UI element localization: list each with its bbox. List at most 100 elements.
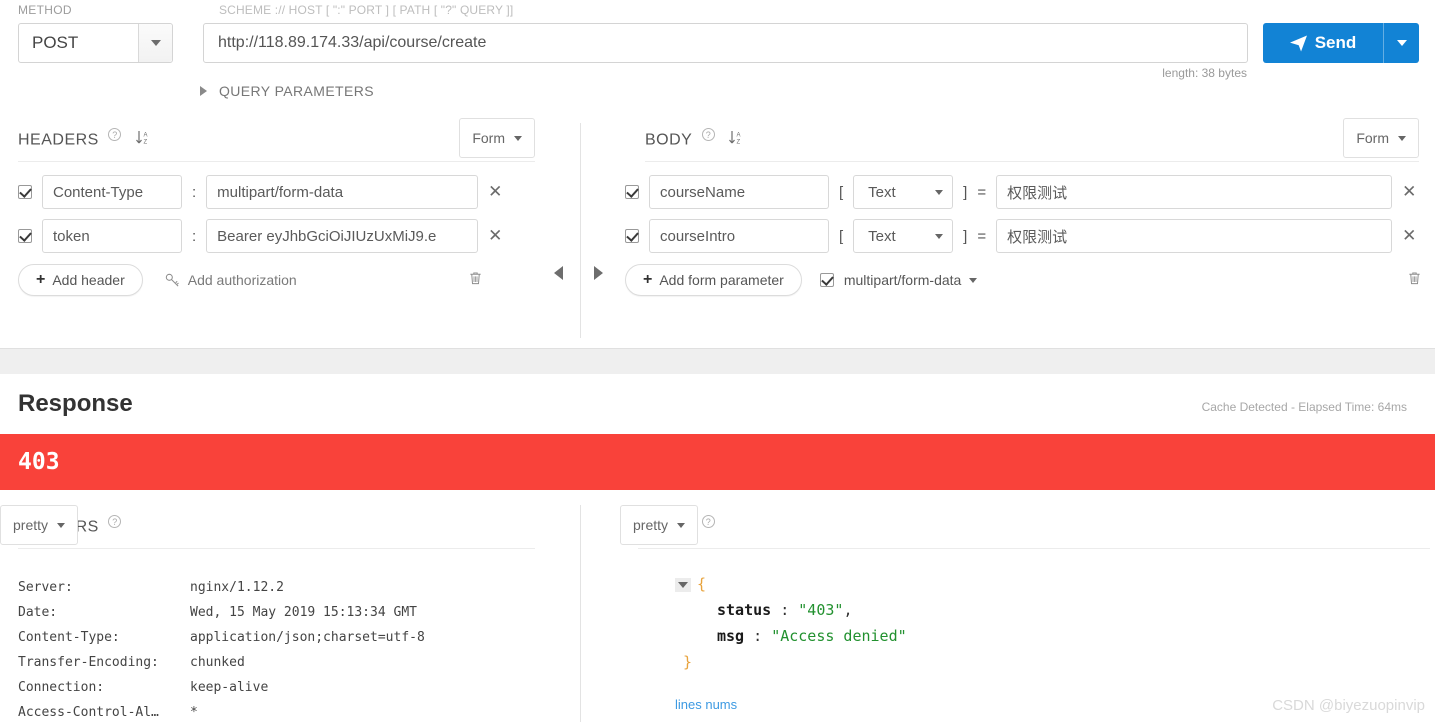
response-json-view: { status : "403", msg : "Access denied" … (675, 571, 907, 675)
request-headers-header: HEADERS ? A Z Form (0, 118, 540, 162)
delete-all-body-params-button[interactable] (1407, 270, 1422, 291)
body-param-value-input[interactable]: 权限测试 (996, 175, 1393, 209)
collapse-toggle-icon[interactable] (675, 577, 691, 592)
chevron-down-icon[interactable] (969, 277, 978, 283)
send-button-label: Send (1314, 33, 1357, 52)
header-value-input[interactable]: Bearer eyJhbGciOiJIUzUxMiJ9.e (206, 219, 479, 253)
response-header-key: Transfer-Encoding: (18, 655, 159, 670)
method-label: METHOD (18, 3, 72, 17)
remove-body-param-button[interactable]: ✕ (1402, 227, 1416, 245)
body-param-enabled-checkbox[interactable] (625, 185, 639, 199)
header-name-input[interactable]: Content-Type (42, 175, 182, 209)
request-headers-title: HEADERS (18, 131, 99, 149)
response-header-row: Connection: keep-alive (18, 675, 425, 700)
response-header-value: keep-alive (190, 680, 269, 695)
send-button[interactable]: Send (1263, 23, 1419, 63)
chevron-down-icon (677, 522, 686, 528)
add-form-parameter-button[interactable]: + Add form parameter (625, 264, 802, 296)
response-headers-panel: HEADERS ? pretty Server: nginx/1.12.2 Da… (0, 505, 540, 720)
json-key: msg (717, 627, 745, 645)
chevron-down-icon (935, 189, 944, 195)
multipart-encoding-checkbox[interactable] (819, 273, 834, 287)
response-header-key: Connection: (18, 680, 105, 695)
remove-body-param-button[interactable]: ✕ (1402, 183, 1416, 201)
body-param-name-input[interactable]: courseName (649, 175, 829, 209)
response-panels: HEADERS ? pretty Server: nginx/1.12.2 Da… (0, 505, 1435, 722)
help-icon[interactable]: ? (108, 128, 122, 141)
chevron-down-icon (935, 233, 944, 239)
body-param-value-input[interactable]: 权限测试 (996, 219, 1393, 253)
response-headers-list: Server: nginx/1.12.2 Date: Wed, 15 May 2… (18, 575, 425, 722)
header-enabled-checkbox[interactable] (18, 185, 32, 199)
add-header-button[interactable]: + Add header (18, 264, 143, 296)
body-param-type-value: Text (868, 227, 896, 245)
request-body-actions: + Add form parameter multipart/form-data (620, 258, 1435, 302)
divider (638, 548, 1430, 549)
response-headers-format-select[interactable]: pretty (0, 505, 79, 545)
json-key: status (717, 601, 772, 619)
json-close-line: } (675, 649, 907, 675)
request-body-header: BODY ? A Z Form (620, 118, 1435, 162)
json-colon: : (780, 601, 790, 619)
request-bar: METHOD SCHEME :// HOST [ ":" PORT ] [ PA… (0, 0, 1435, 118)
header-value-text: Bearer eyJhbGciOiJIUzUxMiJ9.e (217, 227, 437, 245)
bracket-open: [ (839, 227, 844, 245)
response-header-row: Date: Wed, 15 May 2019 15:13:34 GMT (18, 600, 425, 625)
json-close-brace: } (683, 653, 693, 671)
url-input[interactable]: http://118.89.174.33/api/course/create (203, 23, 1248, 63)
response-headers-format-label: pretty (13, 517, 49, 533)
sort-az-icon[interactable]: A Z (135, 130, 151, 145)
lines-nums-toggle[interactable]: lines nums (675, 697, 737, 712)
remove-header-button[interactable]: ✕ (488, 227, 502, 245)
sort-az-icon[interactable]: A Z (728, 130, 744, 145)
body-param-name-input[interactable]: courseIntro (649, 219, 829, 253)
header-value-text: multipart/form-data (217, 183, 344, 201)
key-icon (165, 273, 179, 286)
request-panels: HEADERS ? A Z Form Content-Type: multip… (0, 118, 1435, 348)
request-body-panel: BODY ? A Z Form courseName [Text] = 权限… (620, 118, 1435, 302)
header-enabled-checkbox[interactable] (18, 229, 32, 243)
svg-text:A: A (143, 133, 147, 139)
body-param-type-select[interactable]: Text (853, 175, 954, 209)
response-body-format-select[interactable]: pretty (620, 505, 699, 545)
help-icon[interactable]: ? (108, 515, 122, 528)
request-body-format-select[interactable]: Form (1343, 118, 1419, 158)
chevron-down-icon (57, 522, 66, 528)
json-root-line: { (675, 571, 907, 597)
header-name-value: token (53, 227, 90, 245)
method-dropdown-button[interactable] (138, 24, 172, 62)
body-param-enabled-checkbox[interactable] (625, 229, 639, 243)
panel-divider (580, 123, 581, 338)
help-icon[interactable]: ? (701, 128, 715, 141)
response-title: Response (18, 390, 133, 417)
header-value-input[interactable]: multipart/form-data (206, 175, 479, 209)
svg-text:Z: Z (737, 140, 741, 146)
add-authorization-button[interactable]: Add authorization (165, 272, 297, 288)
response-status-code: 403 (18, 449, 60, 475)
response-body-panel: BODY ? pretty { status : "403", (620, 505, 1435, 712)
response-header: Response Cache Detected - Elapsed Time: … (0, 374, 1435, 436)
header-separator: : (192, 183, 197, 201)
response-status-bar: 403 (0, 434, 1435, 490)
body-param-row: courseName [ Text ] = 权限测试 ✕ (620, 170, 1435, 214)
remove-header-button[interactable]: ✕ (488, 183, 502, 201)
method-select[interactable]: POST (18, 23, 173, 63)
request-body-format-label: Form (1356, 130, 1389, 146)
body-param-type-select[interactable]: Text (853, 219, 954, 253)
response-body-header: BODY ? pretty (620, 505, 1435, 549)
send-button-main[interactable]: Send (1263, 23, 1383, 63)
collapse-right-arrow[interactable] (594, 266, 603, 280)
header-name-input[interactable]: token (42, 219, 182, 253)
url-hint-label: SCHEME :// HOST [ ":" PORT ] [ PATH [ "?… (219, 3, 514, 17)
query-parameters-toggle[interactable]: QUERY PARAMETERS (200, 83, 374, 99)
chevron-right-icon (200, 86, 207, 96)
response-headers-header: HEADERS ? pretty (0, 505, 540, 549)
collapse-left-arrow[interactable] (554, 266, 563, 280)
request-headers-format-select[interactable]: Form (459, 118, 535, 158)
delete-all-headers-button[interactable] (468, 270, 483, 291)
send-options-button[interactable] (1383, 23, 1419, 63)
header-separator: : (192, 227, 197, 245)
response-header-key: Access-Control-Al… (18, 705, 159, 720)
help-icon[interactable]: ? (701, 515, 715, 528)
body-param-name-value: courseName (660, 183, 746, 201)
